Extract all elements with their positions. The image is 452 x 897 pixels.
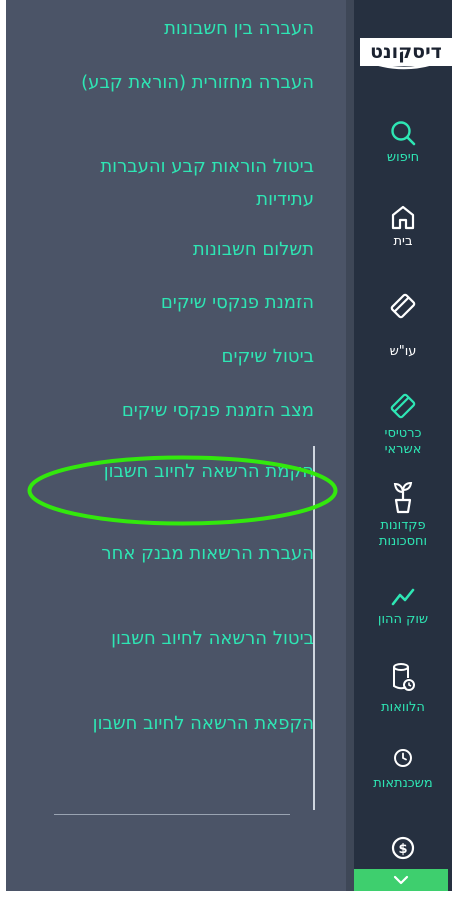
nav-item-capital-market[interactable]: שוק ההון	[354, 584, 452, 628]
bottom-edge	[0, 891, 452, 897]
nav-item-label: עו"ש	[389, 344, 417, 359]
nav-item-deposits-savings[interactable]: פקדונות וחסכונות	[354, 480, 452, 550]
menu-item-order-checkbooks[interactable]: הזמנת פנקסי שיקים	[64, 286, 314, 319]
menu-item-bill-payment[interactable]: תשלום חשבונות	[64, 233, 314, 266]
submenu-panel	[6, 0, 346, 897]
nav-item-label: בית	[393, 234, 413, 249]
menu-item-checkbook-order-status[interactable]: מצב הזמנת פנקסי שיקים	[64, 394, 314, 427]
highlight-annotation-ellipse	[27, 455, 338, 526]
nav-item-label: פקדונות וחסכונות	[378, 518, 428, 549]
nav-item-credit-cards[interactable]: כרטיסי אשראי	[354, 390, 452, 458]
nav-item-label: משכנתאות	[373, 776, 433, 791]
nav-item-mortgages[interactable]: משכנתאות	[354, 746, 452, 792]
nav-item-label: שוק ההון	[377, 612, 429, 627]
submenu-divider	[54, 814, 290, 815]
chevron-down-icon	[393, 875, 409, 885]
trend-line-icon	[391, 588, 415, 606]
nav-item-checking-account[interactable]: עו"ש	[354, 290, 452, 360]
search-icon	[391, 121, 416, 146]
menu-item-freeze-debit-authorization[interactable]: הקפאת הרשאה לחיוב חשבון	[64, 707, 314, 740]
nav-item-dollar[interactable]: $	[354, 834, 452, 864]
logo-swoosh-icon	[375, 62, 433, 70]
nav-item-search[interactable]: חיפוש	[354, 118, 452, 166]
dollar-icon: $	[391, 836, 415, 860]
home-icon	[391, 205, 415, 230]
credit-card-icon	[390, 393, 416, 419]
menu-item-cancel-standing-orders[interactable]: ביטול הוראות קבע והעברות עתידיות	[64, 150, 314, 216]
rail-divider	[346, 0, 354, 897]
nav-item-home[interactable]: בית	[354, 202, 452, 250]
loan-icon	[393, 663, 415, 691]
menu-item-cancel-checks[interactable]: ביטול שיקים	[64, 340, 314, 373]
nav-expand-button[interactable]	[354, 869, 448, 891]
svg-text:$: $	[398, 842, 407, 857]
nav-item-label: כרטיסי אשראי	[384, 426, 422, 457]
plant-icon	[393, 481, 413, 514]
nav-item-loans[interactable]: הלוואות	[354, 660, 452, 716]
menu-item-recurring-transfer[interactable]: העברה מחזורית (הוראת קבע)	[64, 66, 314, 99]
clock-icon	[394, 749, 412, 767]
nav-item-label: חיפוש	[386, 150, 420, 165]
menu-item-cancel-debit-authorization[interactable]: ביטול הרשאה לחיוב חשבון	[64, 622, 314, 655]
menu-item-transfer-between-accounts[interactable]: העברה בין חשבונות	[64, 12, 314, 45]
checking-account-icon	[390, 293, 416, 319]
nav-item-label: הלוואות	[381, 700, 425, 715]
menu-item-transfer-authorizations[interactable]: העברת הרשאות מבנק אחר	[64, 537, 314, 570]
